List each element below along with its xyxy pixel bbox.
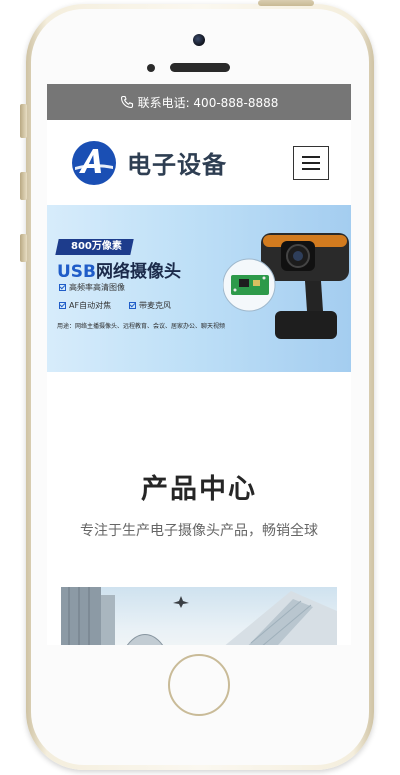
phone-screen: 联系电话: 400-888-8888 电子设备 800万像素 USB网络摄像头 … — [47, 84, 351, 645]
banner-usage-text: 用途：网络主播摄像头、远程教育、会议、居家办公、聊天视频 — [57, 323, 226, 330]
banner-feature: 高频率高清图像 — [59, 282, 125, 293]
check-icon — [59, 302, 66, 309]
webcam-product-image — [223, 233, 349, 339]
banner-headline: USB网络摄像头 — [57, 262, 182, 282]
banner-badge: 800万像素 — [55, 239, 134, 255]
logo-a-icon — [71, 140, 117, 186]
site-logo[interactable]: 电子设备 — [71, 140, 227, 186]
contact-phone-text[interactable]: 联系电话: 400-888-8888 — [138, 94, 279, 111]
hamburger-menu-icon[interactable] — [293, 145, 329, 180]
banner-feature: 带麦克风 — [129, 300, 171, 311]
menu-line — [302, 155, 320, 158]
home-button[interactable] — [168, 654, 230, 716]
banner-feature: AF自动对焦 — [59, 300, 111, 311]
front-camera — [193, 34, 205, 46]
menu-line — [302, 161, 320, 164]
site-header: 电子设备 — [47, 120, 351, 205]
hero-banner[interactable]: 800万像素 USB网络摄像头 高频率高清图像 AF自动对焦 带麦克风 用途：网… — [47, 205, 351, 372]
phone-icon — [120, 95, 134, 109]
volume-up-button — [20, 172, 27, 200]
mute-switch — [20, 104, 27, 138]
product-thumbnail[interactable] — [61, 587, 337, 645]
logo-text: 电子设备 — [127, 151, 227, 179]
menu-line — [302, 167, 320, 170]
section-title: 产品中心 — [141, 474, 257, 505]
check-icon — [129, 302, 136, 309]
volume-down-button — [20, 234, 27, 262]
check-icon — [59, 284, 66, 291]
section-subtitle: 专注于生产电子摄像头产品，畅销全球 — [80, 523, 318, 539]
earpiece-speaker — [170, 63, 230, 72]
contact-bar: 联系电话: 400-888-8888 — [47, 84, 351, 120]
buildings-photo — [61, 587, 337, 645]
proximity-sensor — [147, 64, 155, 72]
power-button — [258, 0, 314, 6]
